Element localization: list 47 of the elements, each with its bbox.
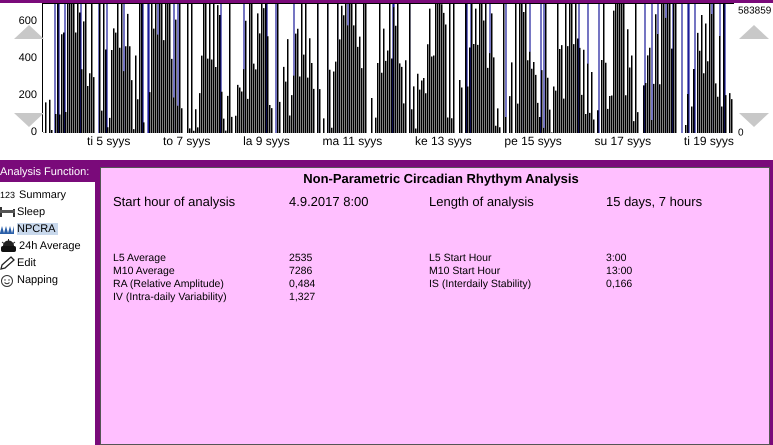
function-item[interactable]: Sleep — [17, 206, 48, 218]
report-title: Non-Parametric Circadian Rhythym Analysis — [302, 171, 580, 186]
metric-value: 1,327 — [289, 291, 316, 304]
metric-label: M10 Start Hour — [429, 265, 502, 278]
metric-value: 0,166 — [606, 278, 634, 291]
y-tick-label: 200 — [18, 89, 37, 102]
field-value: 15 days, 7 hours — [606, 194, 704, 209]
y-min-label: 0 — [738, 128, 744, 138]
x-tick-label: ti 19 syys — [684, 134, 734, 150]
metric-value: 7286 — [289, 265, 314, 278]
y-tick-label: 600 — [18, 15, 37, 28]
smiley-icon — [0, 272, 15, 286]
x-tick-label: pe 15 syys — [504, 134, 562, 150]
x-tick-label: ti 5 syys — [87, 134, 130, 150]
function-item[interactable]: Edit — [17, 256, 38, 268]
y-max-label: 583859 — [738, 6, 772, 16]
metric-value: 0,484 — [289, 278, 316, 291]
function-item[interactable]: NPCRA — [17, 222, 58, 234]
field-label: Start hour of analysis — [113, 194, 236, 209]
metric-label: IV (Intra-daily Variability) — [113, 291, 228, 304]
metric-value: 13:00 — [606, 265, 634, 278]
x-tick-label: su 17 syys — [594, 134, 652, 150]
number-icon: 123 — [0, 190, 17, 200]
sun-icon — [0, 239, 17, 252]
metric-label: L5 Start Hour — [429, 252, 492, 265]
x-tick-label: ma 11 syys — [322, 134, 382, 150]
metric-value: 2535 — [289, 252, 314, 265]
x-tick-label: to 7 syys — [163, 134, 210, 150]
scroll-up-icon[interactable] — [14, 25, 44, 39]
scroll-down-icon[interactable] — [14, 113, 44, 127]
function-item[interactable]: Summary — [19, 188, 68, 200]
bed-icon — [0, 206, 15, 217]
pencil-icon — [0, 256, 15, 270]
function-item[interactable]: 24h Average — [19, 240, 83, 252]
y-tick-label: 400 — [18, 52, 37, 64]
x-tick-label: ke 13 syys — [415, 134, 472, 150]
sidebar-title: Analysis Function: — [0, 165, 90, 180]
metric-label: RA (Relative Amplitude) — [113, 278, 225, 291]
field-value: 4.9.2017 8:00 — [289, 194, 370, 209]
metric-label: M10 Average — [113, 265, 176, 278]
metric-label: L5 Average — [113, 252, 167, 265]
metric-label: IS (Interdaily Stability) — [429, 278, 532, 291]
field-label: Length of analysis — [429, 194, 535, 209]
x-tick-label: la 9 syys — [243, 134, 290, 150]
function-item[interactable]: Napping — [17, 274, 60, 286]
metric-value: 3:00 — [606, 252, 628, 265]
y-tick-label: 0 — [30, 126, 37, 138]
